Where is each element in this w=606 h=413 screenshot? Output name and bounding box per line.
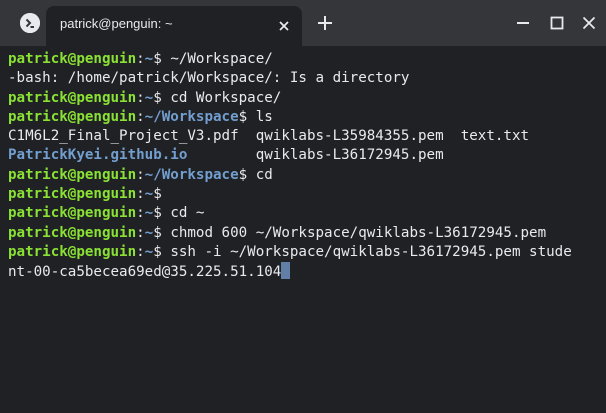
tab-terminal[interactable]: patrick@penguin: ~ <box>46 6 302 46</box>
terminal-line: patrick@penguin:~$ chmod 600 ~/Workspace… <box>8 224 547 241</box>
ls-directory-entry: PatrickKyei.github.io <box>8 147 188 164</box>
prompt-path: ~/Workspace <box>144 108 239 125</box>
command-text: ~/Workspace/ <box>170 51 273 67</box>
command-text: cd ~ <box>170 205 205 222</box>
prompt-user: patrick@penguin <box>8 205 137 222</box>
prompt-user: patrick@penguin <box>8 89 137 106</box>
terminal-line: PatrickKyei.github.io qwiklabs-L36172945… <box>8 146 606 165</box>
close-window-button[interactable] <box>578 12 600 34</box>
terminal-line: C1M6L2_Final_Project_V3.pdf qwiklabs-L35… <box>8 127 606 146</box>
terminal-app-icon <box>20 13 40 33</box>
command-text: ls <box>255 108 273 125</box>
plus-icon <box>318 16 332 30</box>
prompt-path: ~ <box>144 186 154 203</box>
prompt-path: ~ <box>144 51 154 67</box>
terminal-line: nt-00-ca5becea69ed@35.225.51.104 <box>8 262 606 281</box>
command-text: cd Workspace/ <box>170 89 282 106</box>
prompt-path: ~ <box>144 243 154 260</box>
terminal-line: patrick@penguin:~/Workspace$ ls <box>8 108 273 125</box>
close-icon <box>279 21 289 31</box>
prompt-user: patrick@penguin <box>8 186 137 203</box>
maximize-button[interactable] <box>546 12 568 34</box>
maximize-icon <box>550 16 564 30</box>
prompt-user: patrick@penguin <box>8 243 137 260</box>
prompt-path: ~ <box>144 224 154 241</box>
tab-close-button[interactable] <box>274 16 294 36</box>
ls-entry: text.txt <box>460 128 530 145</box>
ls-entry: qwiklabs-L36172945.pem <box>255 147 444 164</box>
prompt-user: patrick@penguin <box>8 51 137 67</box>
command-text: nt-00-ca5becea69ed@35.225.51.104 <box>8 264 282 281</box>
terminal-line: -bash: /home/patrick/Workspace/: Is a di… <box>8 69 606 88</box>
output-text: -bash: /home/patrick/Workspace/: Is a di… <box>8 70 410 87</box>
terminal-window: patrick@penguin: ~ patrick@penguin:~$ ~/… <box>0 0 606 413</box>
ls-entry: C1M6L2_Final_Project_V3.pdf <box>8 128 256 145</box>
terminal-line: patrick@penguin:~$ ssh -i ~/Workspace/qw… <box>8 243 572 260</box>
new-tab-button[interactable] <box>314 12 336 34</box>
terminal-line: patrick@penguin:~$ cd ~ <box>8 205 205 222</box>
prompt-user: patrick@penguin <box>8 108 137 125</box>
prompt-user: patrick@penguin <box>8 166 137 183</box>
command-text: chmod 600 ~/Workspace/qwiklabs-L36172945… <box>170 224 547 241</box>
terminal-line: patrick@penguin:~$ ~/Workspace/ <box>8 51 273 67</box>
terminal-output[interactable]: patrick@penguin:~$ ~/Workspace/ -bash: /… <box>0 46 606 413</box>
terminal-cursor <box>281 262 290 280</box>
tab-strip: patrick@penguin: ~ <box>0 0 606 46</box>
terminal-line: patrick@penguin:~/Workspace$ cd <box>8 166 273 183</box>
command-text: cd <box>255 166 273 183</box>
ls-entry: qwiklabs-L35984355.pem <box>255 128 461 145</box>
terminal-line: patrick@penguin:~$ <box>8 186 162 203</box>
prompt-user: patrick@penguin <box>8 224 137 241</box>
prompt-path: ~ <box>144 205 154 222</box>
terminal-line: patrick@penguin:~$ cd Workspace/ <box>8 89 282 106</box>
close-icon <box>582 16 596 30</box>
prompt-path: ~/Workspace <box>144 166 239 183</box>
prompt-path: ~ <box>144 89 154 106</box>
command-text: ssh -i ~/Workspace/qwiklabs-L36172945.pe… <box>170 243 572 260</box>
minimize-button[interactable] <box>512 12 534 34</box>
tab-title: patrick@penguin: ~ <box>60 16 173 31</box>
minimize-icon <box>517 22 529 24</box>
